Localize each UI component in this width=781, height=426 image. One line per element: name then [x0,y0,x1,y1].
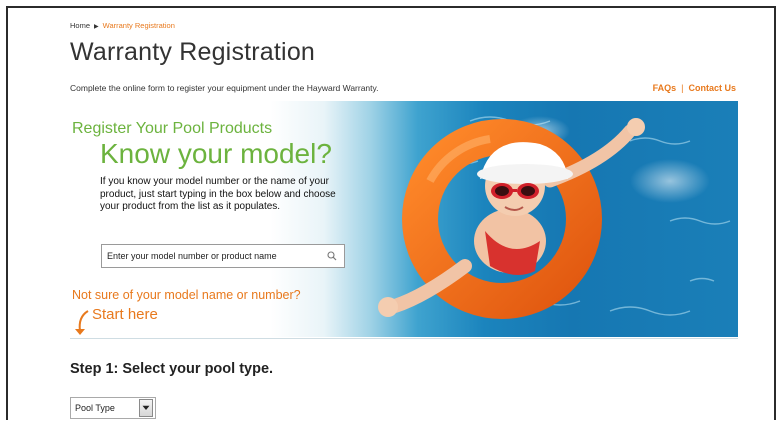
breadcrumb: Home ▶ Warranty Registration [70,21,175,30]
model-search-input[interactable] [102,245,323,267]
page-subtitle: Complete the online form to register you… [70,83,379,93]
section-divider [70,338,738,339]
link-divider: | [681,83,684,93]
step-1-title: Step 1: Select your pool type. [70,361,274,377]
breadcrumb-separator-icon: ▶ [94,24,99,30]
not-sure-prompt: Not sure of your model name or number? [72,288,301,302]
contact-us-link[interactable]: Contact Us [688,83,736,93]
start-here-link[interactable]: Start here [92,306,158,323]
breadcrumb-current: Warranty Registration [102,21,175,30]
faqs-link[interactable]: FAQs [653,83,677,93]
hero-banner: Register Your Pool Products Know your mo… [70,101,738,337]
help-links: FAQs | Contact Us [653,83,736,93]
chevron-down-icon[interactable] [139,399,153,417]
pool-type-select[interactable]: Pool Type [70,397,156,419]
model-search [101,244,345,268]
curved-arrow-icon [75,310,89,335]
pool-type-selected: Pool Type [75,403,115,413]
search-icon[interactable] [323,247,341,265]
page-frame: Home ▶ Warranty Registration Warranty Regi… [6,6,776,420]
know-your-model-heading: Know your model? [100,138,332,169]
hero-heading: Register Your Pool Products [72,120,273,137]
page-title: Warranty Registration [70,38,316,66]
hero-instructions: If you know your model number or the nam… [100,176,336,212]
breadcrumb-home-link[interactable]: Home [70,21,90,30]
